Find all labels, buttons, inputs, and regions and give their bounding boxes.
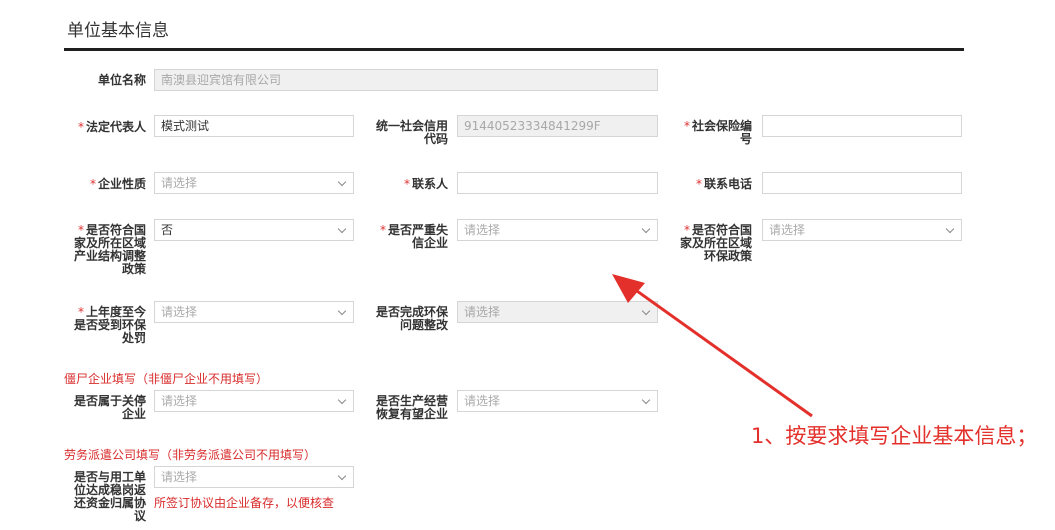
annotation-text: 1、按要求填写企业基本信息； [751,424,1038,448]
